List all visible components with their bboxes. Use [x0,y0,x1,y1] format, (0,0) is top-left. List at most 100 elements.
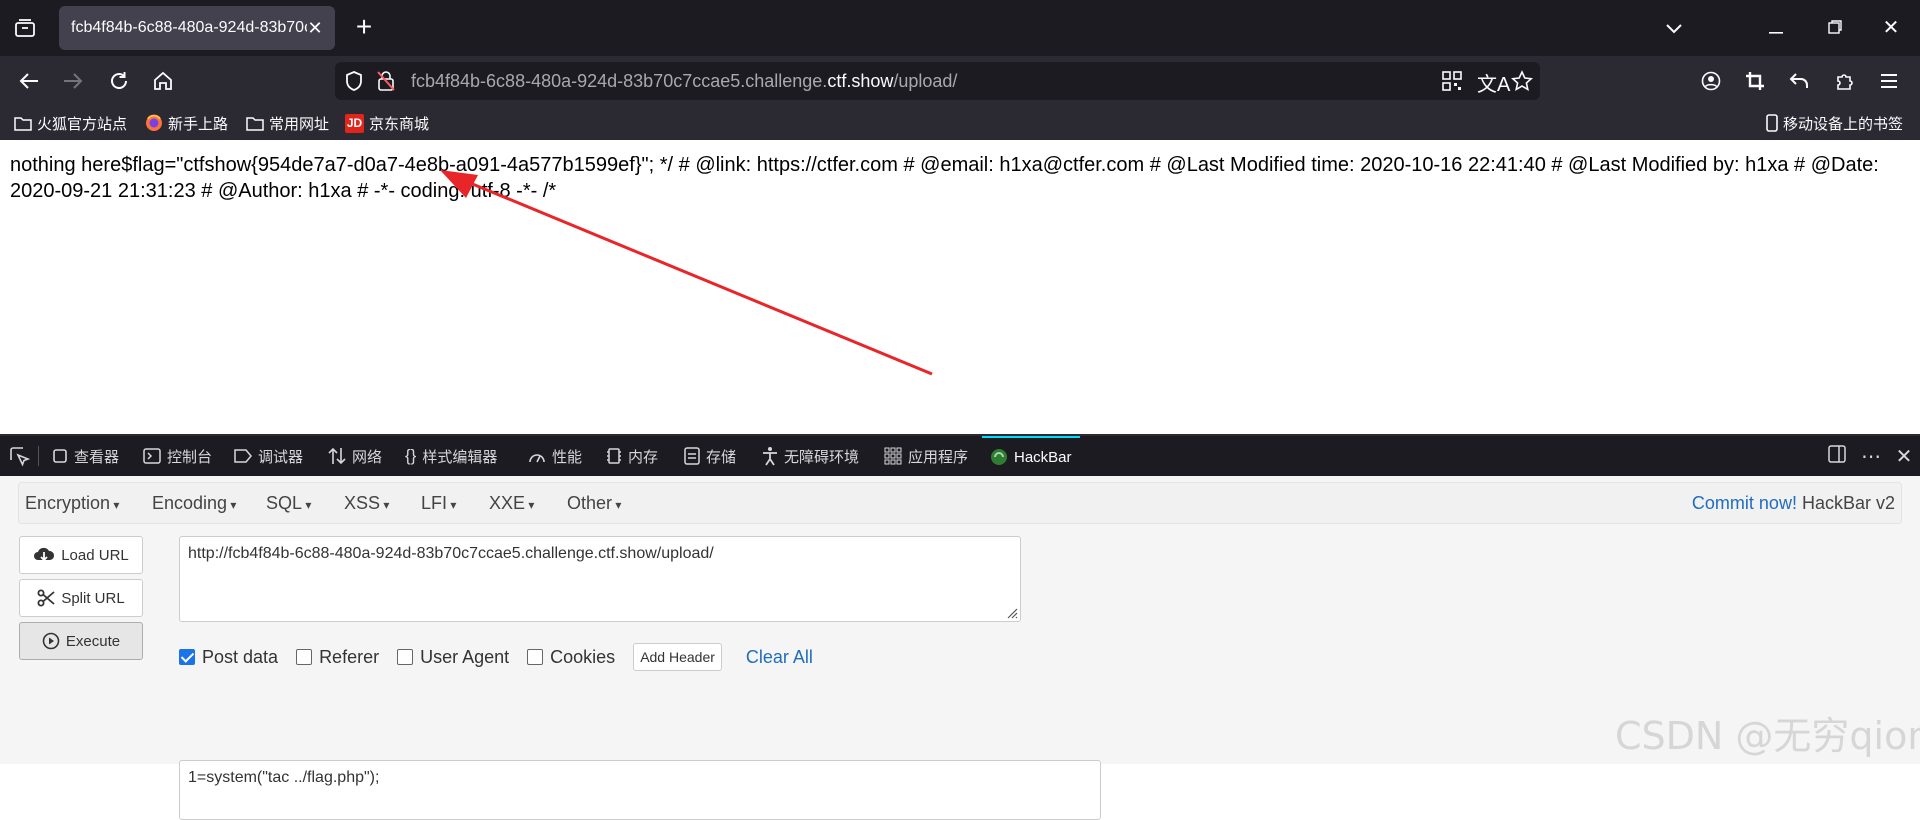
user-agent-checkbox[interactable] [397,649,414,665]
close-window-button[interactable]: ✕ [1874,12,1908,44]
mobile-bookmarks-label: 移动设备上的书签 [1783,115,1904,133]
post-data-value: 1=system("tac ../flag.php"); [188,769,380,786]
back-button[interactable] [12,64,46,98]
bookmark-item[interactable]: 新手上路 [145,112,228,134]
tab-memory[interactable]: 内存 [606,436,658,476]
tab-accessibility[interactable]: 无障碍环境 [762,436,859,476]
qr-code-icon[interactable] [1442,71,1462,91]
tab-hackbar[interactable]: HackBar [982,436,1080,476]
tab-label: 样式编辑器 [422,448,498,466]
tab-label: 内存 [628,448,659,466]
translate-icon[interactable]: 文A [1477,68,1510,97]
tab-inspector[interactable]: 查看器 [52,436,119,476]
forward-arrow-icon [64,73,83,89]
bookmark-star-icon[interactable] [1511,70,1533,92]
post-data-label: Post data [202,646,279,667]
cookies-option[interactable]: Cookies [527,647,615,668]
execute-button[interactable]: Execute [19,622,143,660]
tab-label: 性能 [552,448,583,466]
referer-label: Referer [319,646,380,667]
bookmark-label: 常用网址 [269,115,330,133]
add-header-button[interactable]: Add Header [633,643,722,671]
bookmark-item[interactable]: 火狐官方站点 [14,112,127,134]
tracking-protection-shield-icon[interactable] [345,71,363,91]
referer-option[interactable]: Referer [296,647,379,668]
bookmark-item[interactable]: JD 京东商城 [345,112,429,134]
url-textarea[interactable]: http://fcb4f84b-6c88-480a-924d-83b70c7cc… [179,536,1021,622]
user-agent-label: User Agent [420,646,510,667]
browser-tab[interactable]: fcb4f84b-6c88-480a-924d-83b70c7ccae5 ✕ [59,6,335,50]
tab-label: 控制台 [167,448,213,466]
mobile-bookmarks[interactable]: 移动设备上的书签 [1766,112,1903,134]
tab-label: 网络 [352,448,383,466]
close-tab-icon[interactable]: ✕ [305,18,325,38]
navigation-toolbar: fcb4f84b-6c88-480a-924d-83b70c7ccae5.cha… [0,56,1920,106]
commit-now-link[interactable]: Commit now! [1692,493,1797,513]
menu-xss[interactable]: XSS [344,493,389,514]
menu-encoding[interactable]: Encoding [152,493,236,514]
home-button[interactable] [146,64,180,98]
account-button[interactable] [1694,64,1728,98]
tab-label: 应用程序 [908,448,969,466]
tab-application[interactable]: 应用程序 [884,436,968,476]
undo-button[interactable] [1782,64,1816,98]
account-icon [1701,71,1721,91]
cloud-download-icon [34,547,55,562]
split-url-button[interactable]: Split URL [19,579,143,617]
close-devtools-icon[interactable]: ✕ [1891,444,1917,470]
tab-overflow-chevron-icon[interactable] [1657,12,1691,44]
menu-encryption[interactable]: Encryption [25,493,119,514]
url-bar[interactable]: fcb4f84b-6c88-480a-924d-83b70c7ccae5.cha… [335,62,1540,100]
cookies-checkbox[interactable] [527,649,544,665]
element-picker-icon[interactable] [10,447,30,467]
reload-icon [111,72,127,89]
folder-icon [246,116,264,131]
toolbar-divider [38,446,39,466]
load-url-button[interactable]: Load URL [19,536,143,574]
bookmark-label: 火狐官方站点 [37,115,128,133]
firefox-icon [146,114,162,131]
tab-network[interactable]: 网络 [328,436,382,476]
reload-button[interactable] [102,64,136,98]
application-icon [884,447,902,465]
tab-style-editor[interactable]: {} 样式编辑器 [405,436,497,476]
referer-checkbox[interactable] [296,649,313,665]
screenshot-crop-button[interactable] [1738,64,1772,98]
restore-window-button[interactable] [1818,12,1852,44]
mobile-device-icon [1766,114,1778,132]
post-data-option[interactable]: Post data [179,647,278,668]
extensions-button[interactable] [1828,64,1862,98]
dock-side-icon[interactable] [1824,444,1850,470]
more-options-icon[interactable]: ⋯ [1858,444,1884,470]
execute-label: Execute [65,632,121,650]
post-data-textarea[interactable]: 1=system("tac ../flag.php"); [179,760,1101,820]
red-annotation-arrow [440,170,933,376]
menu-xxe[interactable]: XXE [489,493,534,514]
minimize-window-button[interactable] [1759,12,1793,44]
tab-console[interactable]: 控制台 [143,436,212,476]
list-all-tabs-button[interactable] [6,10,44,46]
new-tab-button[interactable]: + [348,12,380,44]
url-path: /upload/ [893,71,958,91]
menu-lfi[interactable]: LFI [421,493,456,514]
clear-all-link[interactable]: Clear All [746,647,813,668]
network-icon [328,447,346,465]
menu-sql[interactable]: SQL [266,493,311,514]
bookmark-item[interactable]: 常用网址 [246,112,329,134]
url-subdomain: fcb4f84b-6c88-480a-924d-83b70c7ccae5.cha… [411,71,828,91]
app-menu-button[interactable] [1872,64,1906,98]
tab-performance[interactable]: 性能 [528,436,582,476]
bookmark-label: 京东商城 [369,115,430,133]
menu-other[interactable]: Other [567,493,621,514]
insecure-lock-icon[interactable] [377,71,395,91]
home-icon [154,71,172,90]
resize-grip-icon[interactable] [1004,605,1018,619]
user-agent-option[interactable]: User Agent [397,647,509,668]
tab-debugger[interactable]: 调试器 [234,436,303,476]
tab-storage[interactable]: 存储 [684,436,736,476]
storage-icon [684,447,700,465]
console-icon [143,448,161,464]
memory-icon [607,448,621,464]
forward-button[interactable] [56,64,90,98]
post-data-checkbox[interactable] [179,649,195,665]
